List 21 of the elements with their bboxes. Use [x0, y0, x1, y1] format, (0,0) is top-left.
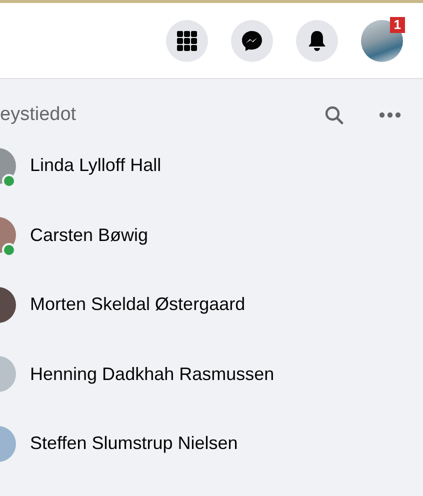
notifications-button[interactable] [296, 20, 338, 62]
search-icon[interactable] [324, 105, 344, 125]
contact-name: Henning Dadkhah Rasmussen [30, 364, 274, 385]
section-heading: eystiedot [0, 104, 78, 126]
contact-name: Linda Lylloff Hall [30, 155, 162, 176]
account-avatar[interactable] [361, 20, 403, 62]
contact-item[interactable]: Steffen Slumstrup Nielsen [0, 409, 423, 478]
contact-item[interactable]: Morten Skeldal Østergaard [0, 270, 423, 340]
more-options-icon[interactable] [379, 112, 401, 118]
messenger-button[interactable] [231, 20, 273, 62]
contact-item[interactable]: Linda Lylloff Hall [0, 131, 423, 200]
contact-name: Morten Skeldal Østergaard [30, 294, 246, 316]
chat-bubble-icon [241, 30, 263, 52]
grid-icon [177, 30, 197, 50]
notification-badge: 1 [390, 16, 405, 32]
bell-icon [307, 30, 327, 52]
contact-item[interactable]: Henning Dadkhah Rasmussen [0, 340, 423, 409]
contact-name: Steffen Slumstrup Nielsen [30, 433, 238, 454]
contact-name: Carsten Bøwig [30, 224, 148, 246]
menu-button[interactable] [166, 20, 208, 62]
contact-item[interactable]: Carsten Bøwig [0, 200, 423, 270]
